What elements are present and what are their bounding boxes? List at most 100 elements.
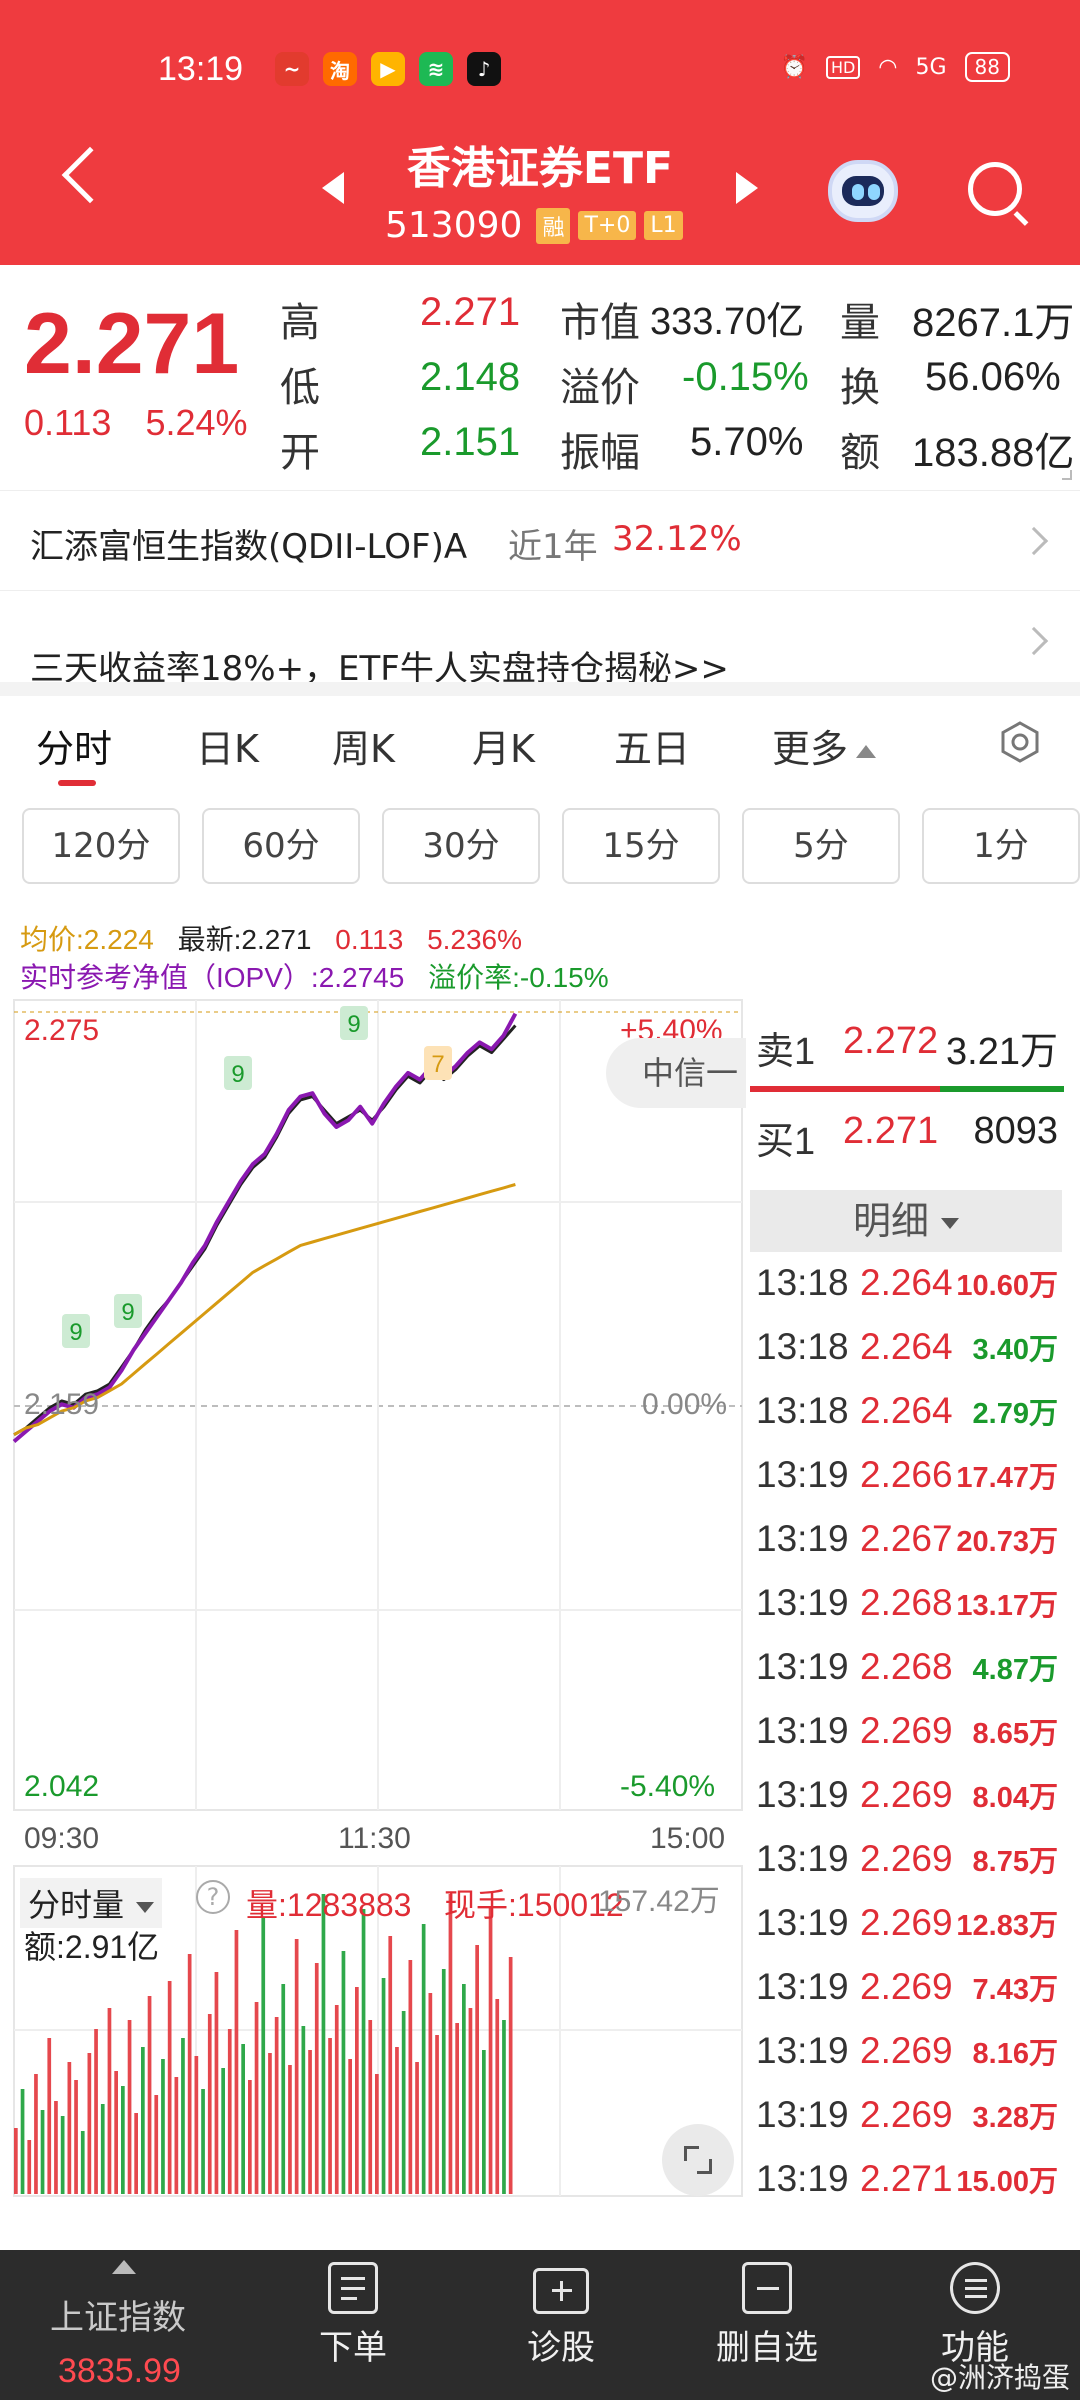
bid1-row[interactable]: 买1 2.271 8093: [748, 1110, 1064, 1163]
related-fund-row[interactable]: 汇添富恒生指数(QDII-LOF)A 近1年 32.12%: [0, 490, 1080, 590]
tab-monthly-k[interactable]: 月K: [472, 718, 535, 773]
period-1min[interactable]: 1分: [922, 808, 1080, 884]
index-name[interactable]: 上证指数: [50, 2290, 186, 2339]
order-button[interactable]: 下单: [268, 2262, 438, 2369]
stock-app-icon: ~: [275, 52, 309, 86]
promo-row[interactable]: 三天收益率18%+，ETF牛人实盘持仓揭秘>>: [0, 590, 1080, 689]
bid1-price: 2.271: [843, 1110, 939, 1152]
margin-tag: 融: [536, 207, 571, 244]
amplitude-label: 振幅: [560, 431, 640, 475]
tab-intraday[interactable]: 分时: [36, 718, 112, 773]
volume-bar: [187, 1954, 192, 2194]
tick-price: 2.269: [860, 2030, 953, 2071]
diagnose-label: 诊股: [527, 2328, 595, 2368]
amount-value: 183.88亿: [912, 431, 1075, 475]
volume-bar: [87, 2053, 92, 2194]
related-fund-name: 汇添富恒生指数(QDII-LOF)A: [30, 527, 468, 567]
tick-row: 13:19 2.268 13.17万: [756, 1582, 1062, 1632]
music-app-icon: ≋: [419, 52, 453, 86]
volume-bar: [201, 2089, 205, 2194]
period-120min[interactable]: 120分: [22, 808, 180, 884]
y-axis-bottom: 2.042: [24, 1770, 100, 1803]
tab-weekly-k[interactable]: 周K: [332, 718, 395, 773]
tick-time: 13:19: [756, 1582, 849, 1623]
caret-down-icon: [941, 1218, 959, 1229]
tick-row: 13:19 2.266 17.47万: [756, 1454, 1062, 1504]
notification-icons: ~ 淘 ▶ ≋ ♪: [275, 52, 501, 86]
open-label: 开: [280, 431, 320, 475]
volume-bar: [475, 1945, 479, 2194]
remove-favorite-button[interactable]: 删自选: [682, 2262, 852, 2369]
low-label: 低: [280, 366, 320, 410]
change-value: 0.113: [24, 402, 112, 443]
iopv-value: 实时参考净值（IOPV）:2.2745: [20, 962, 405, 993]
next-stock-arrow[interactable]: [736, 172, 758, 204]
tick-volume: 15.00万: [956, 2166, 1058, 2198]
expand-corner-icon[interactable]: [1062, 470, 1072, 480]
chart-change: 0.113: [335, 924, 404, 955]
volume-selector[interactable]: 分时量: [20, 1878, 163, 1928]
expand-up-icon[interactable]: [112, 2260, 136, 2274]
tick-price: 2.269: [860, 1774, 953, 1815]
tick-row: 13:19 2.268 4.87万: [756, 1646, 1062, 1696]
tick-row: 13:19 2.269 3.28万: [756, 2094, 1062, 2144]
volume-bar: [261, 1918, 266, 2194]
volume-bar: [20, 2089, 25, 2194]
marker-9: 9: [69, 1319, 82, 1346]
period-5min[interactable]: 5分: [742, 808, 900, 884]
volume-bar: [448, 1894, 453, 2194]
volume-bar: [468, 2008, 473, 2194]
fullscreen-button[interactable]: [662, 2124, 734, 2196]
latest-price: 最新:2.271: [177, 924, 312, 955]
tick-row: 13:19 2.269 8.75万: [756, 1838, 1062, 1888]
volume-bar: [334, 2005, 339, 2194]
period-15min[interactable]: 15分: [562, 808, 720, 884]
search-icon[interactable]: [968, 162, 1022, 216]
diagnose-icon: [533, 2268, 589, 2314]
broker-tag[interactable]: 中信一: [606, 1038, 746, 1108]
tick-price: 2.266: [860, 1454, 953, 1495]
tick-volume: 8.16万: [972, 2038, 1058, 2070]
detail-label: 明细: [852, 1199, 929, 1243]
tick-time: 13:19: [756, 1966, 849, 2007]
chevron-right-icon: [1019, 526, 1049, 556]
period-30min[interactable]: 30分: [382, 808, 540, 884]
volume-bar: [294, 1939, 299, 2194]
chart-settings-icon[interactable]: [998, 720, 1042, 764]
tab-five-day[interactable]: 五日: [614, 718, 690, 773]
intraday-chart[interactable]: 9 9 9 9 7: [0, 998, 748, 2198]
ai-assistant-icon[interactable]: [828, 160, 898, 222]
tab-daily-k[interactable]: 日K: [196, 718, 259, 773]
volume-bar: [100, 2104, 105, 2194]
code-row: 513090 融 T+0 L1: [385, 205, 683, 246]
tick-price: 2.271: [860, 2158, 953, 2199]
volume-bar: [94, 2029, 98, 2194]
volume-bar: [34, 2074, 38, 2194]
premium-value: -0.15%: [682, 355, 809, 399]
help-icon[interactable]: ?: [196, 1880, 230, 1914]
low-value: 2.148: [420, 355, 521, 399]
hd-icon: HD: [825, 55, 861, 79]
diagnose-button[interactable]: 诊股: [476, 2262, 646, 2369]
tick-time: 13:19: [756, 1838, 849, 1879]
marker-7: 7: [431, 1051, 444, 1078]
volume-bar: [495, 1999, 500, 2194]
l1-tag: L1: [644, 211, 683, 240]
ask1-row[interactable]: 卖1 2.272 3.21万: [748, 1020, 1064, 1073]
high-label: 高: [280, 301, 320, 345]
volume-bar: [268, 2053, 272, 2194]
tick-volume: 8.04万: [972, 1782, 1058, 1814]
volume-bar: [227, 2029, 232, 2194]
tab-more[interactable]: 更多: [772, 718, 877, 773]
tick-price: 2.269: [860, 1966, 953, 2007]
volume-bar: [455, 2023, 459, 2194]
mktcap-value: 333.70亿: [650, 301, 805, 343]
volume-bar: [401, 2011, 406, 2194]
detail-selector[interactable]: 明细: [750, 1190, 1062, 1252]
period-60min[interactable]: 60分: [202, 808, 360, 884]
function-button[interactable]: 功能: [890, 2262, 1060, 2369]
tick-price: 2.264: [860, 1326, 953, 1367]
volume-bar: [314, 1963, 319, 2194]
volume-bar: [161, 2059, 165, 2194]
volume-bar: [421, 1924, 426, 2194]
